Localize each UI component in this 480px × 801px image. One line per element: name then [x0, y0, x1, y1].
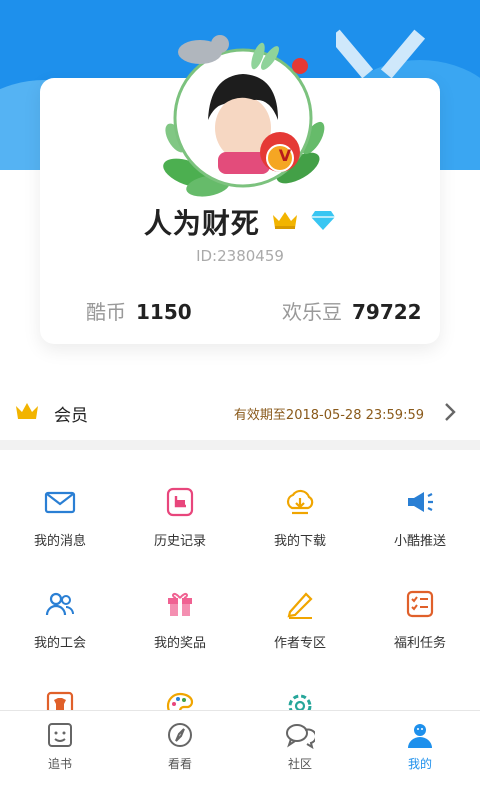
- user-icon: [408, 724, 432, 748]
- grid-item-downloads[interactable]: 我的下载: [240, 486, 360, 549]
- tasks-icon: [406, 590, 434, 618]
- pencil-icon: [287, 592, 313, 619]
- gift-icon: [168, 592, 192, 616]
- chevron-right-icon: [445, 403, 456, 421]
- nav-tab-mine[interactable]: 我的: [360, 721, 480, 772]
- chat-icon: [286, 724, 315, 749]
- grid-item-welfare-tasks[interactable]: 福利任务: [360, 588, 480, 651]
- guild-icon: [45, 592, 74, 616]
- grid-item-label: 福利任务: [393, 636, 446, 651]
- windmill-decoration: [336, 29, 426, 79]
- nav-label: 社区: [287, 757, 312, 771]
- coins-stat[interactable]: 酷币 1150: [86, 296, 192, 325]
- grid-item-author-zone[interactable]: 作者专区: [240, 588, 360, 651]
- vip-badge: V: [278, 146, 292, 165]
- membership-expiry: 有效期至2018-05-28 23:59:59: [233, 408, 424, 423]
- bottom-navigation: 追书 看看 社区 我的: [0, 710, 480, 801]
- beans-stat[interactable]: 欢乐豆 79722: [282, 296, 422, 325]
- envelope-icon: [44, 491, 76, 514]
- grid-item-label: 作者专区: [273, 636, 326, 651]
- beans-label: 欢乐豆: [282, 300, 342, 324]
- grid-item-guild[interactable]: 我的工会: [0, 588, 120, 651]
- grid-item-prizes[interactable]: 我的奖品: [120, 588, 240, 651]
- section-divider: [0, 440, 480, 450]
- coins-value: 1150: [136, 300, 192, 324]
- grid-item-label: 我的奖品: [153, 636, 206, 651]
- grid-item-messages[interactable]: 我的消息: [0, 486, 120, 549]
- nav-tab-bookshelf[interactable]: 追书: [0, 721, 120, 772]
- nav-tab-community[interactable]: 社区: [240, 721, 360, 772]
- user-id: ID:2380459: [196, 247, 284, 265]
- crown-badge-icon: [271, 209, 299, 235]
- history-icon: [166, 487, 194, 517]
- nav-label: 看看: [167, 757, 192, 771]
- grid-item-label: 我的下载: [273, 534, 326, 549]
- grid-item-label: 历史记录: [153, 534, 206, 549]
- download-icon: [286, 489, 314, 515]
- avatar[interactable]: [158, 28, 328, 198]
- membership-row[interactable]: 会员 有效期至2018-05-28 23:59:59: [0, 384, 480, 440]
- compass-icon: [168, 723, 192, 747]
- grid-item-push[interactable]: 小酷推送: [360, 486, 480, 549]
- nav-tab-discover[interactable]: 看看: [120, 721, 240, 772]
- nav-label: 追书: [47, 757, 72, 771]
- nickname: 人为财死: [143, 207, 260, 240]
- membership-label: 会员: [54, 406, 88, 426]
- beans-value: 79722: [352, 300, 422, 324]
- grid-item-history[interactable]: 历史记录: [120, 486, 240, 549]
- nav-label: 我的: [407, 757, 432, 771]
- crown-icon: [16, 403, 38, 419]
- grid-item-label: 我的消息: [33, 534, 86, 549]
- bookshelf-icon: [48, 723, 72, 747]
- grid-item-label: 我的工会: [33, 636, 86, 651]
- megaphone-icon: [408, 492, 433, 512]
- coins-label: 酷币: [86, 300, 126, 324]
- grid-item-label: 小酷推送: [393, 534, 446, 549]
- nickname-row: 人为财死: [0, 202, 480, 242]
- diamond-badge-icon: [310, 209, 336, 235]
